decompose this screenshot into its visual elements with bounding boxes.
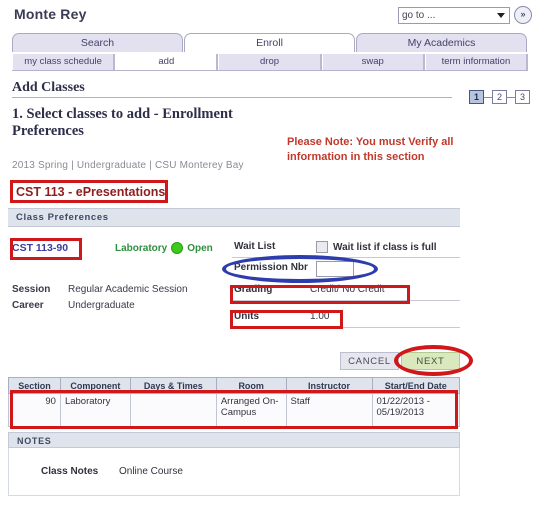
step-connector (484, 96, 492, 98)
tab-enroll[interactable]: Enroll (184, 33, 355, 52)
subtab-swap[interactable]: swap (321, 54, 425, 70)
cell-days-times (129, 393, 217, 427)
app-title: Monte Rey (14, 6, 87, 22)
step-1[interactable]: 1 (469, 90, 484, 104)
cancel-button[interactable]: CANCEL (340, 352, 399, 370)
component-status: Laboratory Open (115, 242, 213, 254)
class-section-link[interactable]: CST 113-90 (12, 242, 68, 254)
step-3[interactable]: 3 (515, 90, 530, 104)
table-header-row: Section Component Days & Times Room Inst… (8, 377, 461, 394)
chevron-down-icon (497, 13, 505, 18)
annotation-note-text: Please Note: You must Verify all informa… (287, 136, 454, 163)
cell-room: Arranged On-Campus (215, 393, 287, 427)
column-instructor: Instructor (285, 377, 373, 394)
notes-header-label: NOTES (17, 436, 52, 446)
notes-body: Class Notes Online Course (8, 448, 460, 496)
status-label: Open (187, 242, 213, 254)
column-component: Component (59, 377, 131, 394)
subtab-drop[interactable]: drop (218, 54, 322, 70)
permission-input[interactable] (316, 261, 354, 277)
step-indicator: 1 2 3 (469, 90, 530, 104)
course-title: CST 113 - ePresentations (16, 185, 166, 199)
subtab-term-information[interactable]: term information (424, 54, 529, 70)
main-tabs: Search Enroll My Academics (12, 33, 528, 52)
breadcrumb: 2013 Spring | Undergraduate | CSU Monter… (12, 160, 244, 171)
column-room: Room (215, 377, 287, 394)
next-button[interactable]: NEXT (401, 352, 460, 370)
cell-section: 90 (8, 393, 61, 427)
column-start-end-date: Start/End Date (371, 377, 461, 394)
permission-row: Permission Nbr (232, 261, 460, 278)
class-notes-label: Class Notes (41, 466, 99, 477)
grading-label: Grading (234, 284, 273, 295)
notes-header: NOTES (8, 432, 460, 448)
waitlist-checkbox-label: Wait list if class is full (333, 241, 437, 253)
subtab-my-class-schedule[interactable]: my class schedule (12, 54, 116, 70)
class-details-table: Section Component Days & Times Room Inst… (8, 377, 461, 427)
waitlist-checkbox[interactable] (316, 241, 328, 253)
table-row: 90 Laboratory Arranged On-Campus Staff 0… (8, 393, 461, 427)
component-label: Laboratory (115, 242, 168, 254)
permission-label: Permission Nbr (234, 262, 308, 273)
cell-instructor: Staff (285, 393, 373, 427)
grading-value: Credit/ No Credit (310, 284, 385, 295)
units-value: 1.00 (310, 311, 330, 322)
status-open-icon (171, 242, 184, 254)
tab-my-academics[interactable]: My Academics (356, 33, 527, 52)
waitlist-checkbox-group[interactable]: Wait list if class is full (316, 241, 437, 253)
career-value: Undergraduate (68, 300, 135, 311)
page-title: Add Classes (12, 80, 85, 95)
goto-dropdown-value: go to ... (402, 9, 436, 21)
waitlist-label: Wait List (234, 241, 276, 252)
waitlist-row: Wait List Wait list if class is full (232, 240, 460, 258)
session-value: Regular Academic Session (68, 284, 188, 295)
class-preferences-header: Class Preferences (8, 208, 460, 227)
sub-tabs: my class schedule add drop swap term inf… (12, 54, 529, 71)
tab-search[interactable]: Search (12, 33, 183, 52)
column-days-times: Days & Times (129, 377, 217, 394)
goto-control: go to ... » (398, 6, 532, 24)
cell-start-end-date: 01/22/2013 - 05/19/2013 (371, 393, 461, 427)
step-2[interactable]: 2 (492, 90, 507, 104)
session-label: Session (12, 284, 51, 295)
units-row: Units 1.00 (232, 310, 460, 328)
step-connector (507, 96, 515, 98)
goto-dropdown[interactable]: go to ... (398, 6, 510, 24)
units-label: Units (234, 311, 259, 322)
cell-component: Laboratory (59, 393, 131, 427)
class-preferences-label: Class Preferences (16, 212, 109, 223)
goto-submit-button[interactable]: » (514, 6, 532, 24)
title-divider (12, 97, 452, 98)
page-header: Monte Rey go to ... » (0, 0, 540, 30)
career-label: Career (12, 300, 44, 311)
grading-row: Grading Credit/ No Credit (232, 283, 460, 301)
subtab-add[interactable]: add (115, 54, 219, 70)
column-section: Section (8, 377, 61, 394)
section-heading: 1. Select classes to add - Enrollment Pr… (12, 106, 233, 139)
class-notes-value: Online Course (119, 466, 183, 477)
